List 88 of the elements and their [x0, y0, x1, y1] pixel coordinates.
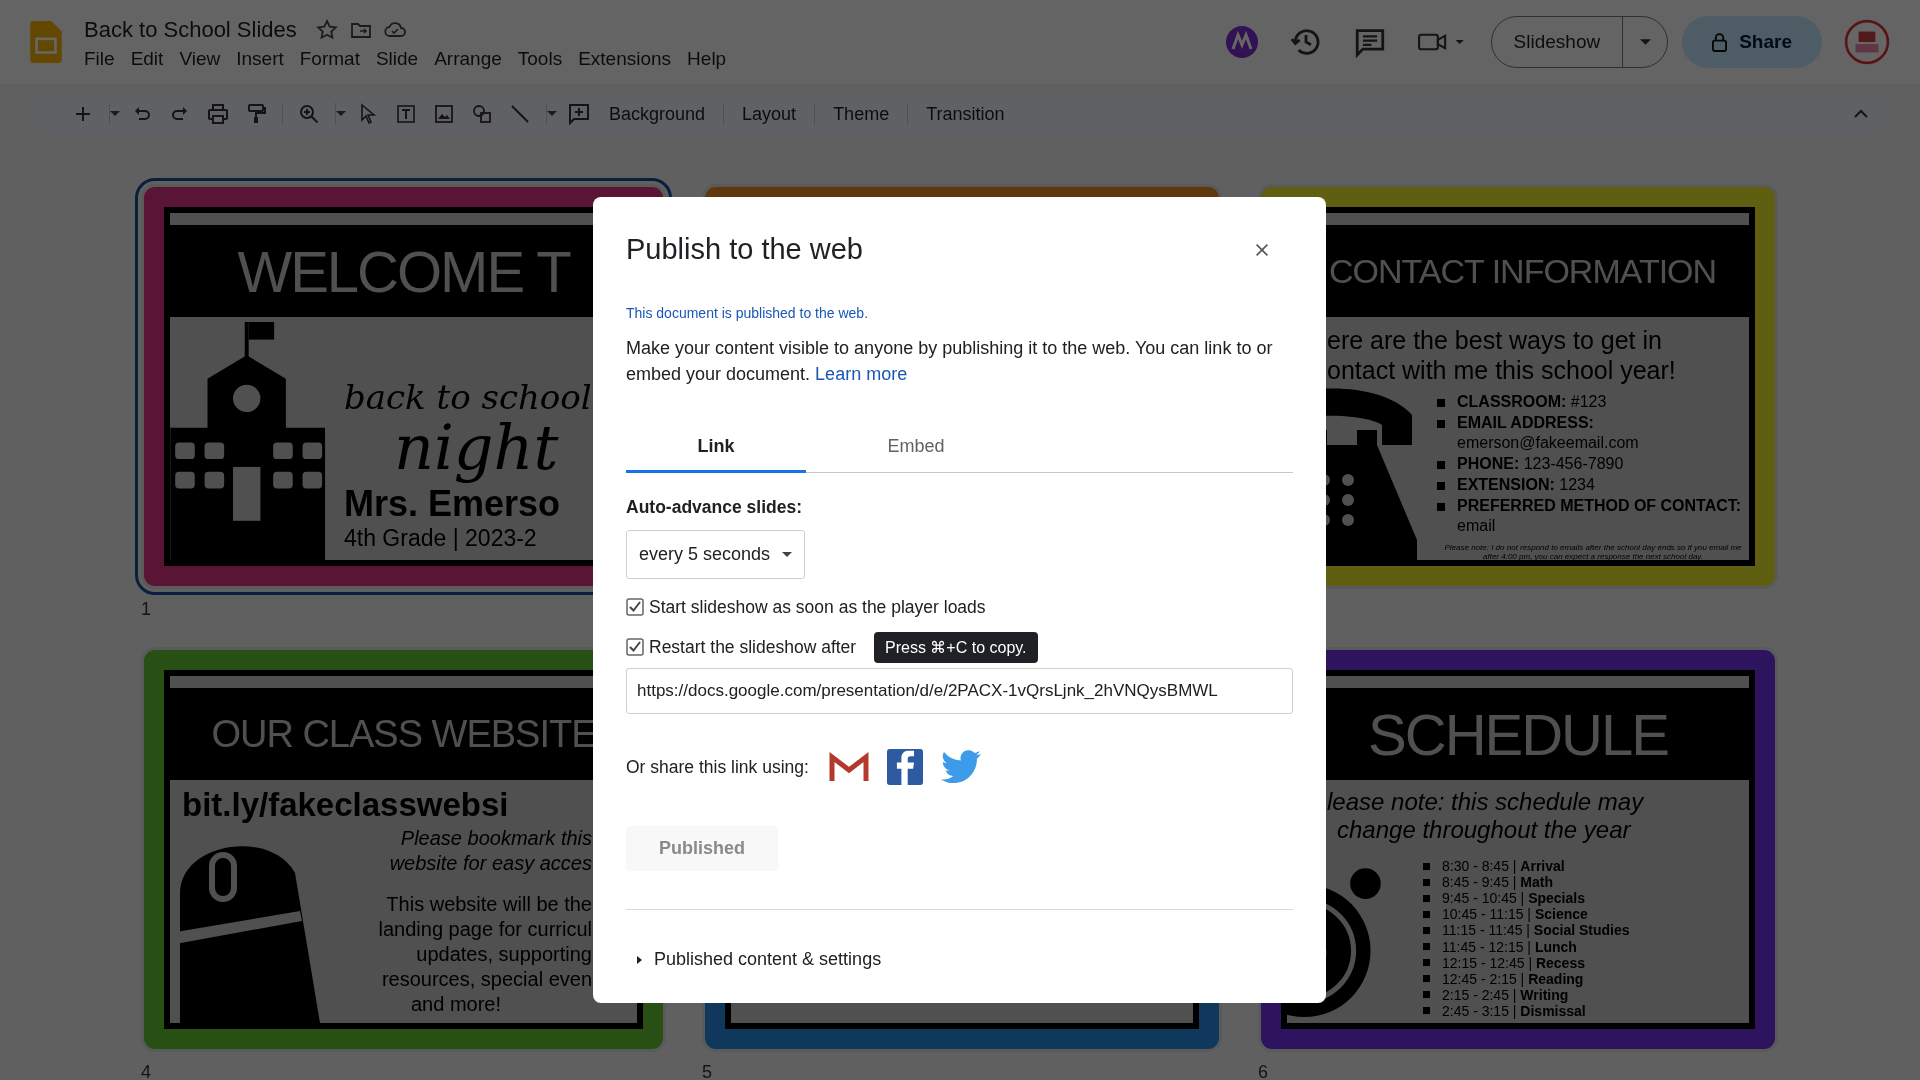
caret-icon	[1639, 38, 1651, 46]
toolbar-button[interactable]: Transition	[918, 99, 1013, 129]
facebook-icon[interactable]	[884, 749, 925, 785]
contact-detail: EXTENSION: 1234	[1457, 475, 1595, 495]
slide-number: 5	[702, 1062, 712, 1080]
bullet-mark	[1437, 420, 1445, 428]
contact-detail: CLASSROOM: #123	[1457, 392, 1607, 412]
option-label: Start slideshow as soon as the player loads	[649, 596, 986, 618]
slide-title: SCHEDULE	[1368, 700, 1668, 768]
contact-detail: PHONE: 123-456-7890	[1457, 454, 1624, 474]
slide-title: CONTACT INFORMATION	[1329, 251, 1717, 291]
bullet-mark	[1437, 399, 1445, 407]
bullet-mark	[1437, 482, 1445, 490]
learn-more-link[interactable]: Learn more	[815, 364, 908, 384]
schedule-item: 10:45 - 11:15 | Science	[1442, 906, 1588, 923]
slide-text: resources, special even	[381, 967, 592, 992]
slide-text: 4th Grade | 2023-2	[344, 525, 538, 552]
schedule-item: 9:45 - 10:45 | Specials	[1442, 890, 1585, 907]
slide-text: lease note: this schedule may	[1327, 788, 1646, 816]
slide-text: website for easy acces	[389, 851, 592, 876]
zigzag-badge-icon[interactable]	[1224, 25, 1259, 59]
schedule-item: 2:15 - 2:45 | Writing	[1442, 986, 1569, 1003]
menu-item[interactable]: Help	[679, 45, 735, 72]
add-comment-icon[interactable]	[567, 102, 591, 126]
slide-number: 4	[141, 1062, 151, 1080]
tooltip: Press ⌘+C to copy.	[874, 632, 1038, 663]
menu-item[interactable]: File	[76, 45, 123, 72]
slide-text: change throughout the year	[1336, 815, 1633, 844]
checkbox[interactable]	[626, 638, 644, 656]
checkbox[interactable]	[626, 598, 644, 616]
slide-text: ere are the best ways to get in	[1327, 325, 1663, 355]
slide-title: OUR CLASS WEBSITE	[211, 712, 596, 756]
caret-icon[interactable]	[547, 111, 557, 117]
slide-subtitle: back to school	[344, 377, 592, 417]
menu-item[interactable]: Tools	[509, 45, 571, 72]
auto-advance-dropdown[interactable]: every 5 seconds	[626, 530, 805, 579]
schedule-item: 11:45 - 12:15 | Lunch	[1442, 938, 1577, 955]
printer-icon[interactable]	[206, 102, 230, 126]
caret-icon[interactable]	[336, 111, 346, 117]
menu-item[interactable]: Edit	[122, 45, 172, 72]
tab[interactable]: Embed	[826, 432, 1006, 473]
tab[interactable]: Link	[626, 432, 806, 473]
schedule-item: 8:30 - 8:45 | Arrival	[1442, 858, 1565, 875]
lock-icon	[1712, 32, 1728, 52]
slide-text: ontact with me this school year!	[1327, 355, 1677, 385]
image-icon[interactable]	[432, 102, 456, 126]
menu-item[interactable]: Insert	[228, 45, 292, 72]
schedule-item: 11:15 - 11:45 | Social Studies	[1442, 922, 1630, 939]
bullet-mark	[1437, 461, 1445, 469]
link-field[interactable]: https://docs.google.com/presentation/d/e/2PACX-1vQrsLjnk_2hVNQysBMWL	[626, 668, 1293, 714]
slide-number: 1	[141, 599, 151, 621]
menu-item[interactable]: Format	[291, 45, 368, 72]
slide-text: landing page for curricul	[378, 917, 592, 942]
slide-note: Please note: I do not respond to emails after the school day ends so if you email me after 4:00 pm, you can expect a response the next school day.	[1443, 543, 1743, 560]
caret-icon[interactable]	[110, 111, 120, 117]
toolbar-button[interactable]: Background	[601, 99, 714, 129]
schedule-item: 12:15 - 12:45 | Recess	[1442, 954, 1585, 971]
slide-text: and more!	[410, 992, 502, 1017]
slide-title: WELCOME T	[237, 237, 570, 305]
text-box-icon[interactable]	[394, 102, 418, 126]
avatar[interactable]	[1844, 19, 1890, 65]
slide-text: Please bookmark this	[400, 826, 592, 851]
menu-item[interactable]: Extensions	[570, 45, 680, 72]
bird-icon[interactable]	[940, 749, 981, 785]
teacher-name: Mrs. Emerso	[344, 483, 562, 525]
shapes-icon[interactable]	[470, 102, 494, 126]
slide-text: updates, supporting	[416, 942, 592, 967]
toolbar-button[interactable]: Theme	[825, 99, 898, 129]
slide-number: 6	[1258, 1062, 1268, 1080]
schedule-item: 12:45 - 2:15 | Reading	[1442, 970, 1584, 987]
share-button[interactable]: Share	[1682, 16, 1822, 68]
schedule-item: 2:45 - 3:15 | Dismissal	[1442, 1002, 1586, 1019]
caret-icon	[782, 551, 792, 558]
triangle-icon	[634, 954, 644, 965]
bullet-mark	[1423, 927, 1430, 934]
menu-item[interactable]: Slide	[367, 45, 427, 72]
schedule-item: 8:45 - 9:45 | Math	[1442, 874, 1554, 891]
menu-item[interactable]: Arrange	[426, 45, 510, 72]
contact-detail: EMAIL ADDRESS: emerson@fakeemail.com	[1457, 413, 1640, 453]
bullet-mark	[1437, 503, 1445, 511]
zoom-icon[interactable]	[297, 102, 321, 126]
slide-text: This website will be the	[386, 892, 592, 917]
menu-item[interactable]: View	[171, 45, 229, 72]
contact-detail: PREFERRED METHOD OF CONTACT: email	[1457, 496, 1743, 536]
website-link-text: bit.ly/fakeclasswebsi	[182, 786, 510, 824]
toolbar-button[interactable]: Layout	[734, 99, 805, 129]
star-icon[interactable]	[314, 17, 339, 42]
document-title[interactable]: Back to School Slides	[84, 16, 297, 43]
